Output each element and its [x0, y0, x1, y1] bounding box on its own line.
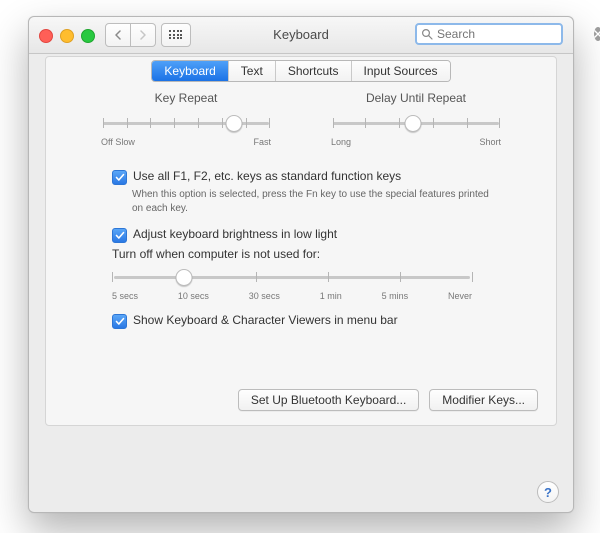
checkbox-checked-icon: [112, 170, 127, 185]
key-repeat-slider[interactable]: [101, 113, 271, 133]
search-icon: [421, 28, 433, 40]
bluetooth-keyboard-button[interactable]: Set Up Bluetooth Keyboard...: [238, 389, 419, 411]
slider-max-label: Short: [479, 137, 501, 147]
tick-label: 5 mins: [382, 291, 409, 301]
idle-label: Turn off when computer is not used for:: [112, 247, 492, 261]
tab-keyboard[interactable]: Keyboard: [152, 61, 227, 81]
close-icon: [594, 30, 600, 38]
clear-search-button[interactable]: [594, 27, 600, 41]
modifier-keys-button[interactable]: Modifier Keys...: [429, 389, 538, 411]
delay-repeat-label: Delay Until Repeat: [331, 91, 501, 105]
slider-knob[interactable]: [225, 115, 242, 132]
fn-keys-label: Use all F1, F2, etc. keys as standard fu…: [133, 169, 401, 183]
options: Use all F1, F2, etc. keys as standard fu…: [112, 169, 492, 329]
idle-slider[interactable]: [112, 267, 472, 287]
slider-min-label: Long: [331, 137, 351, 147]
viewers-checkbox-row[interactable]: Show Keyboard & Character Viewers in men…: [112, 313, 492, 329]
keyboard-preferences-window: Keyboard Key Repeat: [28, 16, 574, 513]
tab-shortcuts[interactable]: Shortcuts: [275, 61, 351, 81]
search-input[interactable]: [433, 26, 594, 42]
tab-input-sources[interactable]: Input Sources: [351, 61, 450, 81]
tick-label: 10 secs: [178, 291, 209, 301]
slider-knob[interactable]: [176, 269, 193, 286]
tab-bar: Keyboard Text Shortcuts Input Sources: [29, 60, 573, 82]
tick-label: 30 secs: [249, 291, 280, 301]
tick-label: 1 min: [320, 291, 342, 301]
bottom-buttons: Set Up Bluetooth Keyboard... Modifier Ke…: [238, 389, 538, 411]
slider-min-label: Off Slow: [101, 137, 135, 147]
window-body: Key Repeat Off Slow Fast D: [29, 54, 573, 513]
repeat-sliders: Key Repeat Off Slow Fast D: [64, 91, 538, 147]
brightness-label: Adjust keyboard brightness in low light: [133, 227, 337, 241]
brightness-checkbox-row[interactable]: Adjust keyboard brightness in low light: [112, 227, 492, 243]
tick-label: Never: [448, 291, 472, 301]
key-repeat-block: Key Repeat Off Slow Fast: [101, 91, 271, 147]
delay-repeat-block: Delay Until Repeat Long Short: [331, 91, 501, 147]
help-icon: ?: [544, 485, 552, 500]
tab-text[interactable]: Text: [228, 61, 275, 81]
delay-repeat-slider[interactable]: [331, 113, 501, 133]
fn-keys-checkbox-row[interactable]: Use all F1, F2, etc. keys as standard fu…: [112, 169, 492, 185]
slider-knob[interactable]: [404, 115, 421, 132]
slider-max-label: Fast: [253, 137, 271, 147]
fn-keys-hint: When this option is selected, press the …: [132, 188, 492, 215]
search-field[interactable]: [415, 23, 563, 45]
idle-slider-block: 5 secs 10 secs 30 secs 1 min 5 mins Neve…: [112, 267, 492, 301]
checkbox-checked-icon: [112, 314, 127, 329]
checkbox-checked-icon: [112, 228, 127, 243]
tick-label: 5 secs: [112, 291, 138, 301]
key-repeat-label: Key Repeat: [101, 91, 271, 105]
titlebar: Keyboard: [29, 17, 573, 54]
viewers-label: Show Keyboard & Character Viewers in men…: [133, 313, 398, 327]
settings-group: Key Repeat Off Slow Fast D: [45, 56, 557, 426]
help-button[interactable]: ?: [537, 481, 559, 503]
